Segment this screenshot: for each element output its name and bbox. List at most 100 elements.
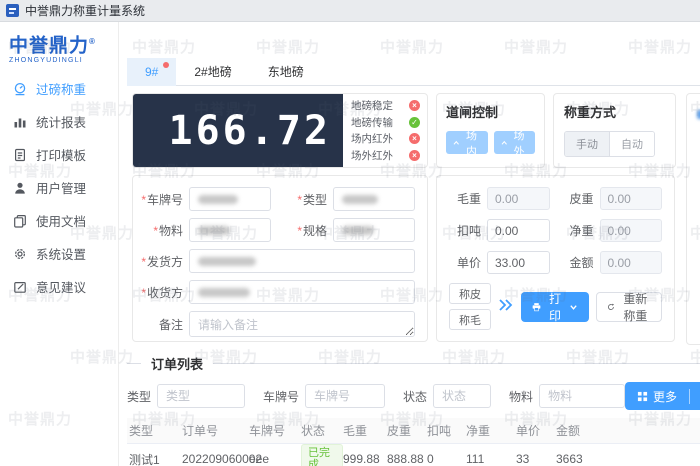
weigh-gross-button[interactable]: 称毛 <box>449 309 491 330</box>
col-plate: 车牌号 <box>249 422 301 439</box>
order-form-card: *车牌号 *类型 *物料 *规格 <box>132 175 428 342</box>
spec-label: 规格 <box>303 224 327 238</box>
table-row[interactable]: 测试1 202209060002 eee 已完成 999.88 888.88 0… <box>127 444 700 466</box>
sidebar-item-label: 打印模板 <box>36 145 86 164</box>
col-tare: 皮重 <box>387 422 427 439</box>
col-deduct: 扣吨 <box>427 422 466 439</box>
sidebar-item-label: 使用文档 <box>36 211 86 230</box>
masked-value <box>198 288 250 297</box>
sender-field[interactable] <box>189 249 415 273</box>
sidebar-item-users[interactable]: 用户管理 <box>0 171 118 204</box>
amount-label: 金额 <box>562 254 594 271</box>
masked-value <box>198 195 238 204</box>
weigh-mode-title: 称重方式 <box>564 102 665 121</box>
sidebar-item-docs[interactable]: 使用文档 <box>0 204 118 237</box>
orders-section-title: 订单列表 <box>151 354 203 373</box>
sidebar-item-settings[interactable]: 系统设置 <box>0 237 118 270</box>
status-scale-stable: 地磅稳定 <box>351 98 420 113</box>
copy-docs-icon <box>13 214 27 228</box>
amount-field: 0.00 <box>600 251 663 274</box>
masked-value <box>342 195 378 204</box>
filter-plate-label: 车牌号 <box>263 388 299 405</box>
tab-label: 9# <box>145 65 158 79</box>
gross-weight-field: 0.00 <box>487 187 550 210</box>
gate-inner-button[interactable]: 场内 <box>446 131 488 154</box>
col-order-no: 订单号 <box>182 422 249 439</box>
required-mark: * <box>141 255 146 269</box>
sidebar-item-print-templates[interactable]: 打印模板 <box>0 138 118 171</box>
plate-no-label: 车牌号 <box>147 193 183 207</box>
required-mark: * <box>297 193 302 207</box>
gate-control-title: 道闸控制 <box>446 102 535 121</box>
plate-no-field[interactable] <box>189 187 271 211</box>
reweigh-button[interactable]: 重新称重 <box>596 292 662 322</box>
material-label: 物料 <box>159 224 183 238</box>
status-badge: 已完成 <box>301 444 343 466</box>
mode-manual-option[interactable]: 手动 <box>565 132 610 156</box>
status-error-icon <box>409 150 420 161</box>
weights-card: 毛重0.00 皮重0.00 扣吨0.00 净重0.00 单价33.00 金额0.… <box>436 175 675 342</box>
tab-scale-2[interactable]: 2#地磅 <box>176 58 249 86</box>
orders-section-divider: 订单列表 <box>127 354 700 373</box>
unit-price-field[interactable]: 33.00 <box>487 251 550 274</box>
status-scale-transmit: 地磅传输 <box>351 115 420 130</box>
masked-value <box>342 226 374 235</box>
required-mark: * <box>153 224 158 238</box>
filter-type-input[interactable] <box>157 384 245 408</box>
scale-tabs: 9# 2#地磅 东地磅 <box>127 58 700 86</box>
window-title: 中誉鼎力称重计量系统 <box>25 2 145 19</box>
receiver-field[interactable] <box>189 280 415 304</box>
tab-scale-9[interactable]: 9# <box>127 58 176 86</box>
filter-plate-input[interactable] <box>305 384 385 408</box>
refresh-icon <box>607 301 615 313</box>
gate-outer-button[interactable]: 场外 <box>494 131 536 154</box>
status-infrared-inner: 场内红外 <box>351 131 420 146</box>
col-net: 净重 <box>466 422 516 439</box>
filter-status-input[interactable] <box>433 384 491 408</box>
grid-icon <box>637 391 648 402</box>
type-field[interactable] <box>333 187 415 211</box>
sidebar-menu: 过磅称重 统计报表 打印模板 用户管理 使用文档 系统设置 <box>0 72 118 303</box>
printer-icon <box>532 301 541 313</box>
gear-icon <box>13 247 27 261</box>
gross-weight-label: 毛重 <box>449 190 481 207</box>
material-field[interactable] <box>189 218 271 242</box>
status-ok-icon <box>409 117 420 128</box>
col-gross: 毛重 <box>343 422 387 439</box>
print-button[interactable]: 打印 <box>521 292 589 322</box>
weight-readout: 166.72 <box>133 94 343 167</box>
window-titlebar: 中誉鼎力称重计量系统 <box>0 0 700 22</box>
sidebar-item-weighing[interactable]: 过磅称重 <box>0 72 118 105</box>
sidebar-item-feedback[interactable]: 意见建议 <box>0 270 118 303</box>
weigh-tare-button[interactable]: 称皮 <box>449 283 491 304</box>
status-infrared-outer: 场外红外 <box>351 148 420 163</box>
tare-weight-label: 皮重 <box>562 190 594 207</box>
user-icon <box>13 181 27 195</box>
filter-material-input[interactable] <box>539 384 625 408</box>
masked-value <box>198 226 230 235</box>
app-icon <box>6 4 19 17</box>
gate-control-card: 道闸控制 场内 场外 <box>436 93 545 168</box>
sidebar-item-label: 过磅称重 <box>36 79 86 98</box>
col-amount: 金额 <box>556 422 686 439</box>
search-button[interactable]: 搜 <box>690 382 700 410</box>
sidebar-item-label: 统计报表 <box>36 112 86 131</box>
deduction-field[interactable]: 0.00 <box>487 219 550 242</box>
spec-field[interactable] <box>333 218 415 242</box>
sidebar: 中誉鼎力® ZHONGYUDINGLI 过磅称重 统计报表 打印模板 用户管理 <box>0 22 119 466</box>
scale-display-card: 166.72 地磅稳定 地磅传输 场内红外 场外红外 <box>132 93 428 168</box>
bar-chart-icon <box>13 115 27 129</box>
mode-auto-option[interactable]: 自动 <box>610 132 654 156</box>
chevron-up-icon <box>453 139 460 147</box>
sidebar-item-reports[interactable]: 统计报表 <box>0 105 118 138</box>
tab-scale-east[interactable]: 东地磅 <box>250 58 322 86</box>
scale-status-list: 地磅稳定 地磅传输 场内红外 场外红外 <box>343 94 427 167</box>
sidebar-item-label: 意见建议 <box>36 277 86 296</box>
more-filters-button[interactable]: 更多 <box>625 382 689 410</box>
remark-textarea[interactable] <box>189 311 415 337</box>
filter-type-label: 类型 <box>127 388 151 405</box>
receiver-label: 收货方 <box>147 286 183 300</box>
main-area: 9# 2#地磅 东地磅 166.72 地磅稳定 地磅传输 场内红外 <box>119 22 700 466</box>
orders-filter-bar: 类型 车牌号 状态 物料 更多 <box>127 383 700 409</box>
double-chevron-icon <box>498 298 514 315</box>
